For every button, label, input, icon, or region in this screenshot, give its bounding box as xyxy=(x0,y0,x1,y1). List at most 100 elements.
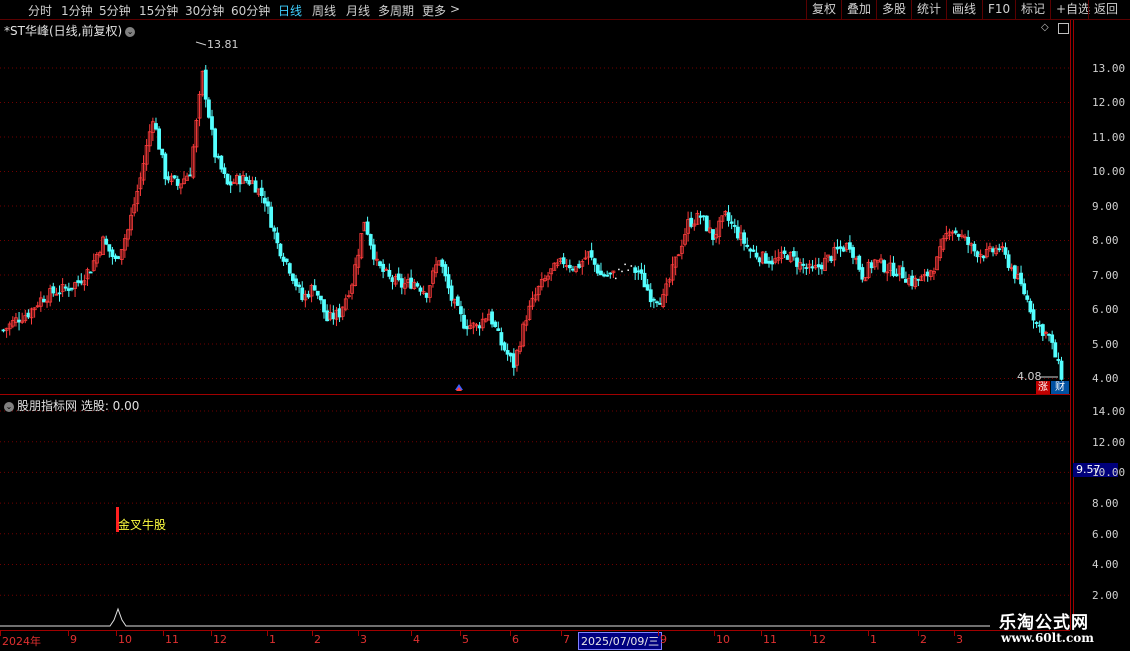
candle-body xyxy=(704,215,709,232)
candle-body xyxy=(222,167,227,174)
candle-body xyxy=(203,69,208,100)
indicator-y-tick: 4.00 xyxy=(1092,558,1119,571)
candle-body xyxy=(166,176,171,181)
candle-body xyxy=(997,248,1002,251)
candle-dot xyxy=(630,265,633,267)
indicator-title: 股朋指标网 选股: 0.00 xyxy=(17,399,140,413)
candle-body xyxy=(791,251,796,257)
watermark-line2: www.60lt.com xyxy=(1001,631,1094,645)
candle-body xyxy=(1034,322,1039,324)
toolbar-button-8[interactable]: 返回 xyxy=(1088,0,1123,19)
candle-body xyxy=(387,270,392,277)
candle-body xyxy=(785,255,790,260)
price-y-tick: 11.00 xyxy=(1092,131,1126,144)
candle-body xyxy=(259,187,264,197)
candle-body xyxy=(490,311,494,325)
candle-body xyxy=(424,292,429,298)
candle-body xyxy=(1012,265,1017,279)
candle-body xyxy=(757,257,762,263)
candle-body xyxy=(440,259,445,267)
candle-body xyxy=(651,298,656,301)
candle-body xyxy=(1031,309,1036,321)
candle-body xyxy=(57,292,62,295)
candle-body xyxy=(1037,324,1042,327)
candle-body xyxy=(1003,247,1008,255)
candle-body xyxy=(206,99,211,118)
candle-body xyxy=(589,250,594,258)
candle-body xyxy=(636,270,641,273)
candle-body xyxy=(477,325,482,329)
candle-body xyxy=(648,289,653,303)
candle-body xyxy=(188,174,193,177)
candle-body xyxy=(443,264,448,277)
candle-body xyxy=(882,260,887,273)
candle-body xyxy=(561,257,566,265)
date-tick: 5 xyxy=(462,633,469,646)
candle-body xyxy=(953,230,958,234)
date-tick: 3 xyxy=(956,633,963,646)
date-tick-mark xyxy=(411,631,412,636)
candle-body xyxy=(399,278,404,288)
date-tick-mark xyxy=(510,631,511,636)
candle-body xyxy=(841,247,846,252)
selected-date: 2025/07/09/三 xyxy=(578,632,663,650)
date-tick: 11 xyxy=(165,633,179,646)
candle-body xyxy=(462,314,466,329)
candle-body xyxy=(294,278,298,287)
date-tick: 7 xyxy=(563,633,570,646)
candle-body xyxy=(228,181,233,186)
candle-body xyxy=(838,246,843,249)
candle-body xyxy=(505,350,510,355)
candle-body xyxy=(172,175,177,179)
candle-body xyxy=(297,284,302,288)
candle-body xyxy=(567,264,572,269)
indicator-y-tick: 12.00 xyxy=(1092,436,1126,449)
date-tick-mark xyxy=(810,631,811,636)
candle-body xyxy=(767,260,771,264)
date-tick-mark xyxy=(561,631,562,636)
candle-body xyxy=(810,266,815,269)
date-tick-mark xyxy=(358,631,359,636)
candle-body xyxy=(157,128,161,150)
candle-body xyxy=(368,234,373,246)
indicator-pane-title: ⌄ 股朋指标网 选股: 0.00 xyxy=(4,397,139,414)
candle-body xyxy=(763,253,768,264)
rise-badge[interactable]: 涨 xyxy=(1036,381,1050,394)
candle-body xyxy=(1059,360,1064,380)
candle-body xyxy=(891,262,896,276)
axis-divider xyxy=(1073,20,1074,630)
candle-body xyxy=(910,275,915,287)
candle-body xyxy=(729,221,734,224)
candle-body xyxy=(290,273,295,281)
candle-body xyxy=(754,252,759,258)
candle-body xyxy=(76,280,81,283)
volume-line xyxy=(0,607,990,627)
date-axis: 2025/07/09/三 2024年 9 10 11 12 1 2 3 4 5 6 7 9 10 11 12 1… xyxy=(0,630,1070,651)
candle-body xyxy=(605,274,610,277)
chart-canvas[interactable] xyxy=(0,0,1070,630)
indicator-y-tick: 14.00 xyxy=(1092,405,1126,418)
candle-body xyxy=(287,263,292,274)
candle-body xyxy=(371,244,376,260)
date-tick: 12 xyxy=(213,633,227,646)
candle-body xyxy=(272,227,277,232)
chevron-down-icon[interactable]: ⌄ xyxy=(4,401,14,412)
date-tick-mark xyxy=(163,631,164,636)
candle-body xyxy=(381,263,386,272)
candle-body xyxy=(66,288,71,291)
candle-dot xyxy=(618,268,620,271)
indicator-y-tick: 6.00 xyxy=(1092,528,1119,541)
finance-badge[interactable]: 财 xyxy=(1051,381,1069,394)
candle-body xyxy=(175,178,180,186)
price-y-tick: 9.00 xyxy=(1092,200,1119,213)
date-tick-mark xyxy=(954,631,955,636)
candle-body xyxy=(835,246,840,250)
candle-body xyxy=(595,264,600,274)
candle-body xyxy=(804,267,809,269)
date-tick-mark xyxy=(658,631,659,636)
candle-body xyxy=(1053,342,1058,358)
candle-body xyxy=(446,274,451,289)
candle-body xyxy=(418,287,423,292)
candle-body xyxy=(269,206,274,228)
date-tick: 9 xyxy=(660,633,667,646)
